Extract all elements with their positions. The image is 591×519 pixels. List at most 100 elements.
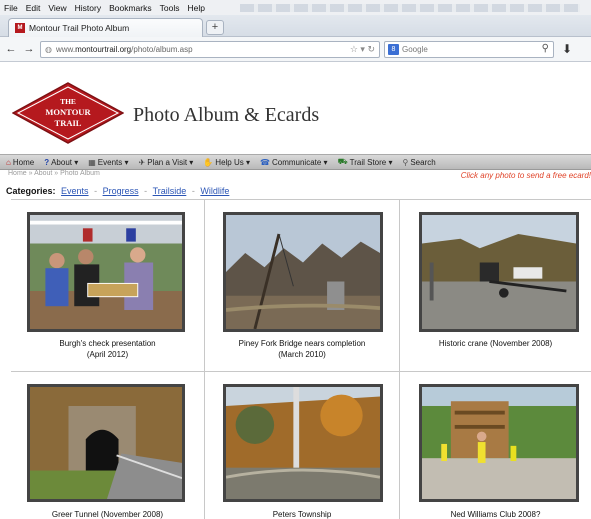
browser-tab-active[interactable]: M Montour Trail Photo Album [8, 18, 203, 37]
magnifier-icon[interactable]: ⚲ [542, 43, 549, 54]
people-icon: ☎ [260, 157, 270, 167]
menu-view[interactable]: View [48, 3, 66, 13]
photo-thumbnail[interactable] [27, 384, 185, 502]
montour-trail-logo[interactable]: THE MONTOUR TRAIL [12, 82, 124, 144]
photo-caption: Historic crane (November 2008) [400, 338, 591, 349]
menu-file[interactable]: File [4, 3, 18, 13]
search-bar[interactable]: 8 Google ⚲ [384, 41, 554, 58]
photo-caption: Burgh's check presentation (April 2012) [11, 338, 204, 360]
photo-thumbnail[interactable] [27, 212, 185, 332]
page-title: Photo Album & Ecards [133, 104, 320, 126]
browser-navbar: ← → ◍ www. montourtrail.org/photo/album.a… [0, 37, 591, 62]
site-header: THE MONTOUR TRAIL Photo Album & Ecards [0, 62, 591, 154]
category-link-trailside[interactable]: Trailside [153, 186, 187, 196]
search-engine-label: Google [402, 45, 428, 54]
category-link-progress[interactable]: Progress [103, 186, 139, 196]
categories-label: Categories: [6, 186, 56, 196]
photo-ned-williams-club [422, 387, 576, 499]
nav-trail-store[interactable]: ⛟ Trail Store ▾ [338, 157, 393, 167]
search-icon: ⚲ [402, 157, 409, 167]
caption-line-1: Peters Township [272, 510, 332, 519]
url-path: /photo/album.asp [131, 45, 193, 54]
logo-text-trail: TRAIL [55, 118, 82, 128]
nav-communicate-label: Communicate ▾ [271, 157, 328, 167]
photo-cell: Peters Township [205, 372, 400, 519]
photo-grid: Burgh's check presentation (April 2012) … [11, 199, 591, 519]
nav-about-label: About ▾ [51, 157, 79, 167]
nav-plan-label: Plan a Visit ▾ [147, 157, 194, 167]
site-nav-bar: ⌂ Home ? About ▾ ▦ Events ▾ ✈ Plan a Visit ▾… [0, 154, 591, 170]
url-bar[interactable]: ◍ www. montourtrail.org/photo/album.asp ☆… [40, 41, 380, 58]
nav-help-us[interactable]: ✋ Help Us ▾ [203, 158, 250, 167]
tab-title: Montour Trail Photo Album [29, 23, 130, 33]
caption-line-1: Historic crane (November 2008) [438, 339, 553, 348]
nav-about[interactable]: ? About ▾ [44, 158, 78, 167]
store-icon: ⛟ [337, 157, 348, 166]
photo-thumbnail[interactable] [223, 384, 383, 502]
caption-line-2: (March 2010) [278, 350, 326, 359]
home-icon: ⌂ [6, 157, 11, 167]
photo-caption: Peters Township [205, 509, 399, 519]
nav-communicate[interactable]: ☎ Communicate ▾ [260, 158, 328, 167]
calendar-icon: ▦ [88, 157, 96, 167]
photo-thumbnail[interactable] [419, 212, 579, 332]
menu-history[interactable]: History [75, 3, 101, 13]
menu-bookmarks[interactable]: Bookmarks [109, 3, 152, 13]
tab-strip: M Montour Trail Photo Album + [0, 15, 591, 37]
download-icon[interactable]: ⬇ [562, 42, 572, 56]
globe-icon: ◍ [45, 45, 52, 54]
nav-help-label: Help Us ▾ [215, 157, 250, 167]
nav-home-label: Home [12, 157, 35, 167]
bookmark-star-icon[interactable]: ☆ ▾ ↻ [350, 44, 375, 55]
nav-events[interactable]: ▦ Events ▾ [88, 158, 128, 167]
photo-peters-township [226, 387, 380, 499]
nav-plan-a-visit[interactable]: ✈ Plan a Visit ▾ [139, 158, 194, 167]
photo-thumbnail[interactable] [419, 384, 579, 502]
nav-store-label: Trail Store ▾ [349, 157, 393, 167]
logo-text-montour: MONTOUR [45, 107, 91, 117]
menu-tools[interactable]: Tools [160, 3, 180, 13]
blurred-title-area [240, 4, 580, 12]
caption-line-1: Burgh's check presentation [59, 339, 156, 348]
category-separator: - [94, 186, 98, 196]
site-favicon-icon: M [15, 23, 25, 33]
photo-greer-tunnel [30, 387, 182, 499]
caption-line-1: Greer Tunnel (November 2008) [51, 510, 164, 519]
photo-cell: Greer Tunnel (November 2008) [11, 372, 205, 519]
menu-help[interactable]: Help [187, 3, 204, 13]
categories-row: Categories: Events - Progress - Trailsid… [6, 186, 229, 196]
caption-line-1: Ned Williams Club 2008? [450, 510, 541, 519]
photo-caption: Greer Tunnel (November 2008) [11, 509, 204, 519]
category-link-events[interactable]: Events [61, 186, 89, 196]
url-prefix: www. [55, 45, 76, 54]
url-domain: montourtrail.org [75, 45, 132, 54]
photo-bridge-construction [226, 215, 380, 329]
question-icon: ? [44, 157, 50, 167]
ecard-hint: Click any photo to send a free ecard! [460, 171, 591, 180]
photo-cell: Historic crane (November 2008) [400, 200, 591, 372]
nav-search-label: Search [410, 157, 436, 167]
nav-events-label: Events ▾ [97, 157, 129, 167]
photo-thumbnail[interactable] [223, 212, 383, 332]
caption-line-2: (April 2012) [86, 350, 129, 359]
help-icon: ✋ [203, 157, 214, 167]
forward-arrow-icon[interactable]: → [22, 42, 36, 56]
back-arrow-icon[interactable]: ← [4, 42, 18, 56]
category-separator: - [191, 186, 195, 196]
photo-caption: Ned Williams Club 2008? [400, 509, 591, 519]
nav-home[interactable]: ⌂ Home [6, 158, 34, 167]
menu-edit[interactable]: Edit [26, 3, 41, 13]
logo-text-the: THE [60, 97, 76, 106]
caption-line-1: Piney Fork Bridge nears completion [238, 339, 366, 348]
photo-check-presentation [30, 215, 182, 329]
photo-caption: Piney Fork Bridge nears completion (Marc… [205, 338, 399, 360]
new-tab-button[interactable]: + [206, 20, 224, 35]
photo-historic-crane [422, 215, 576, 329]
category-link-wildlife[interactable]: Wildlife [200, 186, 229, 196]
photo-cell: Piney Fork Bridge nears completion (Marc… [205, 200, 400, 372]
category-separator: - [144, 186, 148, 196]
photo-cell: Ned Williams Club 2008? [400, 372, 591, 519]
google-icon[interactable]: 8 [388, 44, 399, 55]
nav-search[interactable]: ⚲ Search [402, 158, 435, 167]
photo-cell: Burgh's check presentation (April 2012) [11, 200, 205, 372]
